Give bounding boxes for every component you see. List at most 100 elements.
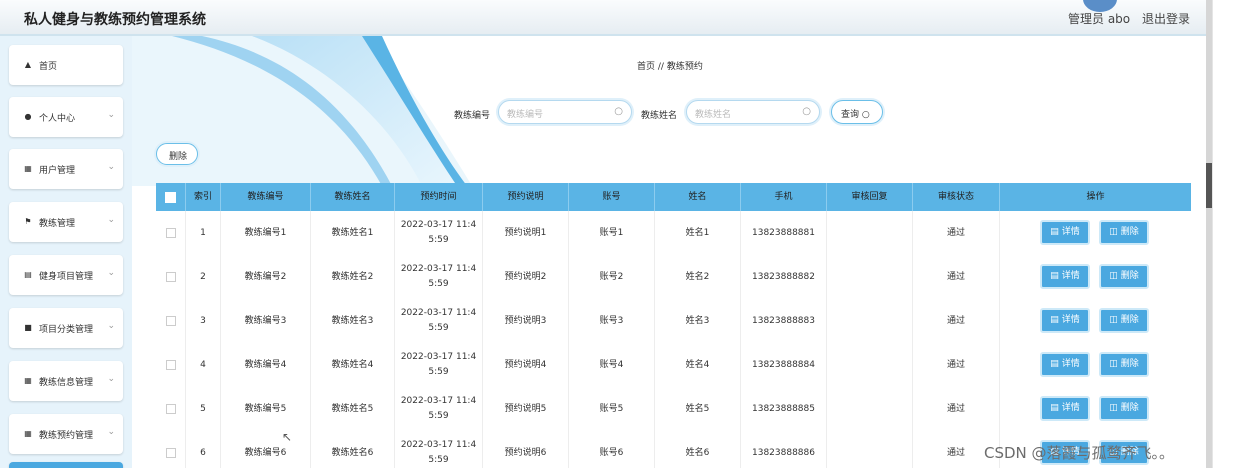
cell-phone: 13823888882: [741, 255, 827, 299]
chevron-down-icon: ⌄: [107, 427, 115, 437]
sidebar-item-coach-management[interactable]: ⚑ 教练管理 ⌄: [9, 202, 123, 242]
row-checkbox[interactable]: [165, 316, 176, 326]
chevron-down-icon: ⌄: [107, 162, 115, 172]
column-header: 账号: [569, 183, 655, 211]
chevron-down-icon: ⌄: [107, 374, 115, 384]
time-line1: 2022-03-17 11:4: [400, 220, 477, 230]
sidebar-item-label: 教练管理: [39, 218, 76, 229]
cell-phone: 13823888883: [741, 299, 827, 343]
sidebar-item-label: 教练信息管理: [39, 377, 94, 388]
cell-coach-name: 教练姓名6: [311, 431, 395, 468]
chart-icon: ▤: [24, 270, 32, 279]
cell-desc: 预约说明3: [483, 299, 569, 343]
row-checkbox[interactable]: [165, 272, 176, 282]
table-row: 1 教练编号1 教练姓名1 2022-03-17 11:4 5:59 预约说明1 账号1 姓名…: [156, 211, 1191, 256]
cell-idx: 1: [186, 211, 221, 255]
time-line1: 2022-03-17 11:4: [400, 308, 477, 318]
delete-label: 删除: [1120, 227, 1139, 237]
main-content: 首页 // 教练预约 教练编号 教练编号 ○ 教练姓名 教练姓名 ○ 查询 ○ …: [132, 36, 1212, 468]
detail-button[interactable]: ▤ 详情: [1040, 396, 1090, 421]
page-margin: [1212, 0, 1243, 468]
sidebar-item-coach-booking[interactable]: ▦ 教练预约管理 ⌄: [9, 414, 123, 454]
coach-name-label: 教练姓名: [641, 111, 678, 121]
time-line2: 5:59: [428, 235, 449, 245]
detail-button[interactable]: ▤ 详情: [1040, 264, 1090, 289]
cell-time: 2022-03-17 11:4 5:59: [395, 299, 483, 343]
cell-name: 姓名2: [655, 255, 741, 299]
cell-idx: 6: [186, 431, 221, 468]
breadcrumb-current: 教练预约: [666, 62, 703, 72]
cell-desc: 预约说明6: [483, 431, 569, 468]
delete-button[interactable]: ◫ 删除: [1099, 308, 1149, 333]
sidebar-item-fitness-project[interactable]: ▤ 健身项目管理 ⌄: [9, 255, 123, 295]
table-row: 2 教练编号2 教练姓名2 2022-03-17 11:4 5:59 预约说明2 账号2 姓名…: [156, 255, 1191, 300]
sidebar-item-label: 教练预约管理: [39, 430, 94, 441]
detail-label: 详情: [1061, 315, 1080, 325]
chevron-down-icon: ⌄: [107, 215, 115, 225]
trash-icon: ◫: [1109, 227, 1118, 237]
sidebar-item-coach-info[interactable]: ▦ 教练信息管理 ⌄: [9, 361, 123, 401]
cell-status: 通过: [913, 255, 1000, 299]
cell-coach-no: 教练编号4: [221, 343, 311, 387]
sidebar-item-personal-center[interactable]: ● 个人中心 ⌄: [9, 97, 123, 137]
column-header: 审核回复: [827, 183, 913, 211]
cell-coach-name: 教练姓名5: [311, 387, 395, 431]
sidebar-item-label: 健身项目管理: [39, 271, 94, 282]
delete-button[interactable]: ◫ 删除: [1099, 264, 1149, 289]
cell-coach-no: 教练编号6: [221, 431, 311, 468]
cell-actions: ▤ 详情 ◫ 删除: [1000, 255, 1191, 299]
detail-button[interactable]: ▤ 详情: [1040, 308, 1090, 333]
detail-label: 详情: [1061, 403, 1080, 413]
chevron-down-icon: ⌄: [107, 268, 115, 278]
cell-account: 账号1: [569, 211, 655, 255]
time-line1: 2022-03-17 11:4: [400, 264, 477, 274]
delete-button[interactable]: ◫ 删除: [1099, 396, 1149, 421]
chevron-down-icon: ⌄: [107, 321, 115, 331]
coach-no-input[interactable]: 教练编号 ○: [498, 100, 632, 124]
cell-account: 账号5: [569, 387, 655, 431]
cell-time: 2022-03-17 11:4 5:59: [395, 431, 483, 468]
sidebar-item-active[interactable]: [9, 462, 123, 468]
cell-coach-name: 教练姓名1: [311, 211, 395, 255]
delete-label: 删除: [1120, 359, 1139, 369]
sidebar-item-project-category[interactable]: ■ 项目分类管理 ⌄: [9, 308, 123, 348]
row-checkbox[interactable]: [165, 360, 176, 370]
delete-label: 删除: [1120, 315, 1139, 325]
detail-button[interactable]: ▤ 详情: [1040, 220, 1090, 245]
detail-button[interactable]: ▤ 详情: [1040, 352, 1090, 377]
table-row: 4 教练编号4 教练姓名4 2022-03-17 11:4 5:59 预约说明4 账号4 姓名…: [156, 343, 1191, 388]
app-window: 私人健身与教练预约管理系统 管理员 abo 退出登录 ▲ 首页 ● 个人中心 ⌄…: [0, 0, 1212, 468]
time-line2: 5:59: [428, 279, 449, 289]
sidebar-item-user-management[interactable]: ▦ 用户管理 ⌄: [9, 149, 123, 189]
cell-coach-name: 教练姓名2: [311, 255, 395, 299]
trash-icon: ◫: [1109, 359, 1118, 369]
breadcrumb-home[interactable]: 首页: [637, 62, 655, 72]
sidebar-item-label: 个人中心: [39, 113, 76, 124]
sidebar-item-home[interactable]: ▲ 首页: [9, 45, 123, 85]
cell-time: 2022-03-17 11:4 5:59: [395, 343, 483, 387]
delete-button[interactable]: ◫ 删除: [1099, 220, 1149, 245]
row-checkbox[interactable]: [165, 448, 176, 458]
cell-name: 姓名1: [655, 211, 741, 255]
column-header: 教练编号: [221, 183, 311, 211]
row-checkbox-cell: [156, 431, 186, 468]
grid-icon: ▦: [24, 376, 32, 385]
cell-name: 姓名4: [655, 343, 741, 387]
row-checkbox[interactable]: [165, 228, 176, 238]
cell-coach-no: 教练编号1: [221, 211, 311, 255]
row-checkbox-cell: [156, 387, 186, 431]
grid-icon: ▦: [24, 164, 32, 173]
detail-icon: ▤: [1050, 315, 1059, 325]
cell-account: 账号4: [569, 343, 655, 387]
cell-actions: ▤ 详情 ◫ 删除: [1000, 299, 1191, 343]
batch-delete-button[interactable]: 删除: [156, 143, 198, 165]
logout-link[interactable]: 退出登录: [1142, 10, 1190, 27]
select-all-checkbox[interactable]: [156, 183, 186, 211]
query-button[interactable]: 查询 ○: [831, 100, 883, 124]
app-title: 私人健身与教练预约管理系统: [24, 12, 206, 28]
row-checkbox[interactable]: [165, 404, 176, 414]
time-line2: 5:59: [428, 455, 449, 465]
delete-button[interactable]: ◫ 删除: [1099, 352, 1149, 377]
coach-name-input[interactable]: 教练姓名 ○: [686, 100, 820, 124]
column-header: 手机: [741, 183, 827, 211]
